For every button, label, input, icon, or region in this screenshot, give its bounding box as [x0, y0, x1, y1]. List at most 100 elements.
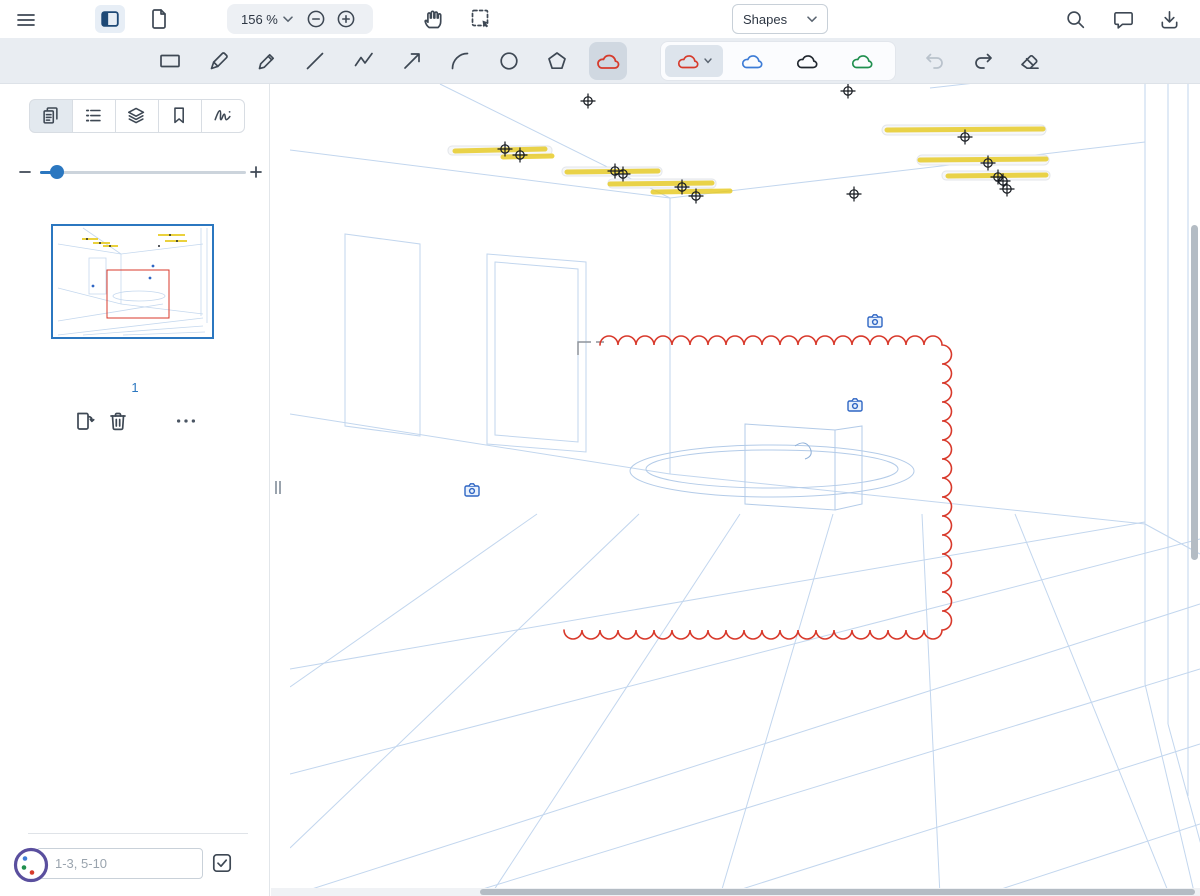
- redo-button[interactable]: [969, 47, 997, 75]
- zoom-control-group: 156 %: [227, 4, 373, 34]
- ellipsis-icon: [174, 409, 198, 433]
- arrow-icon: [400, 49, 424, 73]
- delete-page-button[interactable]: [106, 409, 130, 433]
- ellipse-icon: [497, 49, 521, 73]
- download-button[interactable]: [1158, 8, 1181, 31]
- document-page: [290, 84, 1200, 896]
- eraser-button[interactable]: [1016, 47, 1044, 75]
- zoom-out-icon: [305, 8, 327, 30]
- comments-button[interactable]: [1112, 8, 1135, 31]
- cloud-color-green-button[interactable]: [836, 45, 888, 77]
- ink-signature-icon: [212, 105, 234, 127]
- thumbnail-zoom-in[interactable]: [248, 164, 264, 180]
- chevron-down-icon: [283, 16, 293, 23]
- tool-arrow-button[interactable]: [394, 43, 430, 79]
- cloud-color-blue-button[interactable]: [726, 45, 778, 77]
- search-icon: [1064, 8, 1087, 31]
- minus-icon: [17, 164, 33, 180]
- camera-annotations[interactable]: [465, 315, 882, 496]
- undo-icon: [923, 49, 947, 73]
- zoom-in-icon: [335, 8, 357, 30]
- top-toolbar: 156 % Shapes: [0, 0, 1200, 38]
- checkbox-check-icon: [210, 851, 234, 875]
- page-range-input[interactable]: [36, 848, 203, 879]
- color-palette-button[interactable]: [10, 844, 52, 886]
- tool-arc-button[interactable]: [442, 43, 478, 79]
- pen-icon: [207, 49, 231, 73]
- tool-ellipse-button[interactable]: [491, 43, 527, 79]
- tool-cloud-button-selected[interactable]: [589, 42, 627, 80]
- download-icon: [1158, 8, 1181, 31]
- layers-icon: [126, 105, 148, 127]
- more-options-button[interactable]: [174, 409, 198, 433]
- cloud-black-icon: [795, 53, 819, 70]
- plus-icon: [248, 164, 264, 180]
- redo-icon: [971, 49, 995, 73]
- comment-icon: [1112, 8, 1135, 31]
- tab-layers[interactable]: [115, 99, 159, 133]
- tool-pen-button[interactable]: [201, 43, 237, 79]
- sidebar-resize-handle[interactable]: [275, 481, 281, 494]
- marquee-select-button[interactable]: [469, 7, 493, 31]
- slider-knob[interactable]: [50, 165, 64, 179]
- menu-icon: [14, 8, 38, 32]
- cloud-icon: [595, 52, 621, 71]
- apply-page-range-button[interactable]: [210, 851, 234, 875]
- search-button[interactable]: [1064, 8, 1087, 31]
- outline-list-icon: [83, 105, 105, 127]
- cloud-color-red-button[interactable]: [665, 45, 723, 77]
- shapes-toolbar: [0, 38, 1200, 84]
- tab-ink[interactable]: [201, 99, 245, 133]
- highlighter-icon: [255, 49, 279, 73]
- shapes-dropdown[interactable]: Shapes: [732, 4, 828, 34]
- highlight-annotations[interactable]: [455, 129, 1046, 192]
- tab-outline[interactable]: [72, 99, 116, 133]
- undo-button[interactable]: [921, 47, 949, 75]
- chevron-down-icon: [704, 58, 712, 64]
- main-menu-button[interactable]: [14, 8, 38, 32]
- zoom-out-button[interactable]: [301, 4, 331, 34]
- bookmark-icon: [169, 105, 191, 127]
- line-icon: [303, 49, 327, 73]
- pan-tool-button[interactable]: [421, 7, 445, 31]
- sidebar-toggle-button[interactable]: [95, 5, 125, 33]
- tab-pages[interactable]: [29, 99, 73, 133]
- zoom-level-dropdown[interactable]: 156 %: [233, 12, 301, 27]
- tool-rectangle-button[interactable]: [152, 43, 188, 79]
- shapes-dropdown-label: Shapes: [743, 12, 787, 27]
- thumbnail-size-slider[interactable]: [40, 171, 246, 174]
- marquee-select-icon: [469, 7, 493, 31]
- tool-polygon-button[interactable]: [539, 43, 575, 79]
- arc-icon: [448, 49, 472, 73]
- document-canvas[interactable]: [271, 84, 1200, 896]
- pan-hand-icon: [421, 7, 445, 31]
- page-number-label: 1: [0, 380, 270, 395]
- palette-icon: [10, 844, 52, 886]
- polyline-icon: [352, 49, 376, 73]
- document-icon: [147, 7, 171, 31]
- tool-line-button[interactable]: [297, 43, 333, 79]
- cad-wireframe: [290, 84, 1200, 896]
- trash-icon: [106, 409, 130, 433]
- pages-icon: [40, 105, 62, 127]
- chevron-down-icon: [807, 16, 817, 23]
- cloud-color-black-button[interactable]: [781, 45, 833, 77]
- tool-polyline-button[interactable]: [346, 43, 382, 79]
- sidebar-tabbar: [29, 99, 245, 133]
- rotate-page-button[interactable]: [72, 409, 96, 433]
- rectangle-icon: [158, 49, 182, 73]
- cloud-red-icon: [676, 53, 700, 70]
- zoom-in-button[interactable]: [331, 4, 361, 34]
- page-thumbnail[interactable]: [51, 224, 214, 339]
- panel-toggle-icon: [99, 8, 121, 30]
- vertical-scrollbar-thumb[interactable]: [1191, 225, 1198, 560]
- thumbnail-zoom-out[interactable]: [17, 164, 33, 180]
- document-view-button[interactable]: [147, 7, 171, 31]
- horizontal-scrollbar-track[interactable]: [271, 888, 1200, 896]
- zoom-level-value: 156 %: [241, 12, 278, 27]
- tool-highlighter-button[interactable]: [249, 43, 285, 79]
- horizontal-scrollbar-thumb[interactable]: [480, 889, 1195, 895]
- rotate-page-icon: [72, 409, 96, 433]
- cloud-color-group: [660, 41, 896, 81]
- tab-bookmarks[interactable]: [158, 99, 202, 133]
